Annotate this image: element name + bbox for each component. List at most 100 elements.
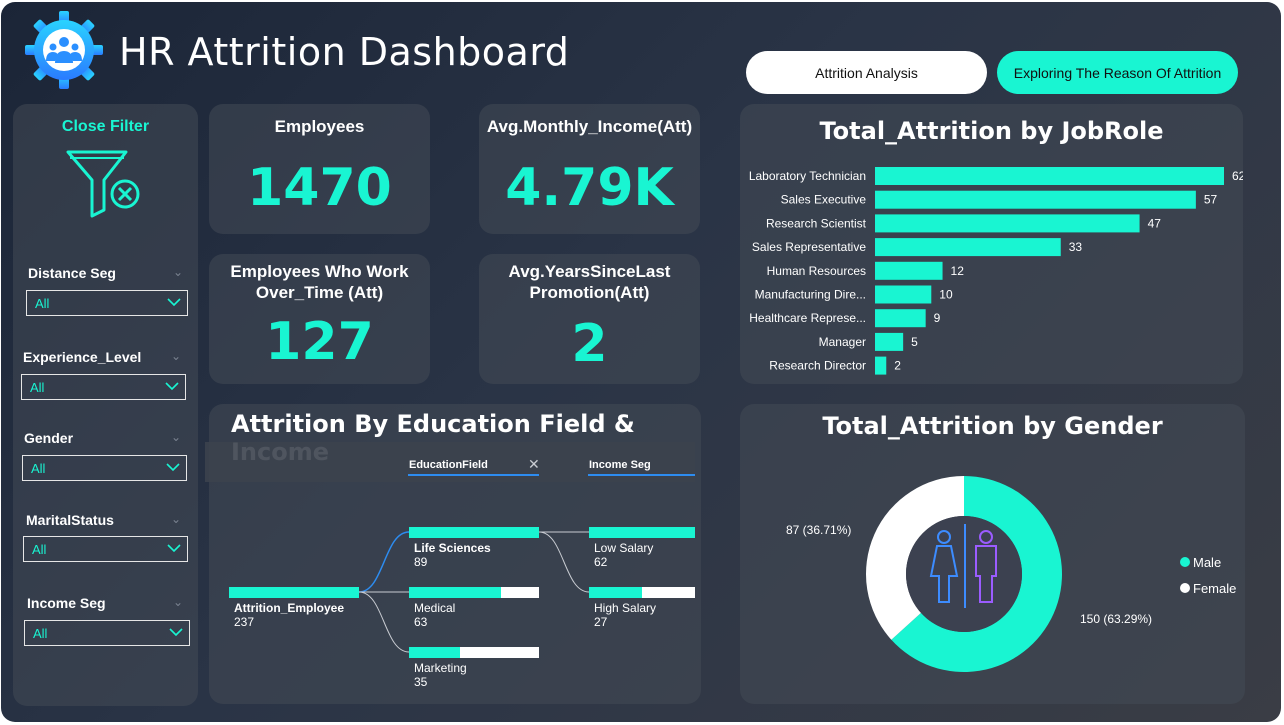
- gender-chart-card: Total_Attrition by Gender 150 (63.29%) 87…: [740, 404, 1245, 704]
- kpi-card-overtime: Employees Who Work Over_Time (Att) 127: [209, 254, 430, 384]
- slicer-label-marital-status: MaritalStatus: [26, 512, 114, 528]
- tree-node-bar[interactable]: [589, 587, 695, 598]
- slicer-dropdown-distance-seg[interactable]: All: [26, 290, 188, 316]
- exploring-reason-button[interactable]: Exploring The Reason Of Attrition: [997, 51, 1238, 94]
- tree-node-name: Low Salary: [594, 541, 654, 555]
- tree-node-value: 27: [594, 615, 608, 629]
- donut-data-label: 150 (63.29%): [1080, 612, 1152, 626]
- legend-marker: [1180, 557, 1190, 567]
- tree-node-bar[interactable]: [409, 527, 539, 538]
- page-title: HR Attrition Dashboard: [119, 30, 570, 74]
- close-filter-button[interactable]: Close Filter: [13, 118, 198, 136]
- bar-data-label: 47: [1148, 216, 1162, 230]
- tree-node-bar-fill: [409, 587, 502, 598]
- slicer-value: All: [33, 625, 48, 641]
- chevron-down-icon[interactable]: ⌄: [173, 595, 183, 609]
- bar-data-label: 9: [934, 311, 941, 325]
- kpi-value: 127: [265, 312, 374, 372]
- dashboard-canvas: HR Attrition Dashboard Attrition Analysi…: [1, 2, 1281, 722]
- bar-data-label: 2: [894, 359, 901, 373]
- gear-people-icon: [25, 11, 103, 89]
- slicer-label-distance-seg: Distance Seg: [28, 265, 116, 281]
- kpi-title-line1: Employees Who Work: [230, 262, 409, 281]
- bar-category-label: Research Director: [769, 359, 866, 373]
- chevron-down-icon[interactable]: ⌄: [173, 265, 183, 279]
- tree-node-value: 62: [594, 555, 608, 569]
- bar: [875, 238, 1061, 257]
- tree-node-bar-fill: [589, 587, 642, 598]
- bar-category-label: Research Scientist: [766, 216, 867, 230]
- chevron-down-icon[interactable]: ⌄: [171, 430, 181, 444]
- bar-category-label: Healthcare Represe...: [749, 311, 866, 325]
- kpi-value: 2: [571, 314, 608, 374]
- chevron-down-icon: [169, 628, 183, 637]
- tree-node-name: Life Sciences: [414, 541, 491, 555]
- slicer-label-gender: Gender: [24, 430, 74, 446]
- filter-close-icon[interactable]: [65, 148, 145, 220]
- bar-category-label: Laboratory Technician: [749, 169, 866, 183]
- slicer-dropdown-marital-status[interactable]: All: [23, 536, 188, 562]
- jobrole-chart-card: Total_Attrition by JobRole Laboratory Te…: [740, 104, 1243, 384]
- chevron-down-icon[interactable]: ⌄: [171, 349, 181, 363]
- chevron-down-icon: [167, 544, 181, 553]
- tree-node-bar[interactable]: [409, 587, 539, 598]
- chevron-down-icon: [165, 382, 179, 391]
- kpi-title: Employees: [274, 117, 365, 136]
- bar-category-label: Sales Representative: [752, 240, 866, 254]
- slicer-dropdown-experience-level[interactable]: All: [21, 374, 186, 400]
- kpi-value: 4.79K: [505, 158, 674, 218]
- bar-data-label: 5: [911, 335, 918, 349]
- slicer-dropdown-income-seg[interactable]: All: [24, 620, 190, 646]
- tree-node-bar[interactable]: [409, 647, 539, 658]
- slicer-label-experience-level: Experience_Level: [23, 349, 142, 365]
- bar-category-label: Sales Executive: [781, 193, 867, 207]
- tree-node-bar-fill: [409, 647, 460, 658]
- jobrole-bar-chart: Laboratory Technician 62 Sales Executive 57…: [749, 167, 1243, 375]
- chevron-down-icon[interactable]: ⌄: [171, 512, 181, 526]
- bar: [875, 261, 943, 280]
- bar-category-label: Manufacturing Dire...: [755, 288, 866, 302]
- bar: [875, 190, 1196, 209]
- attrition-analysis-button[interactable]: Attrition Analysis: [746, 51, 987, 94]
- slicer-dropdown-gender[interactable]: All: [22, 455, 187, 481]
- filter-panel: Close Filter Distance Seg ⌄ All Experien…: [13, 104, 198, 706]
- bar: [875, 214, 1140, 233]
- donut-data-label: 87 (36.71%): [786, 523, 851, 537]
- tree-root-value: 237: [234, 615, 255, 629]
- kpi-title: Avg.Monthly_Income(Att): [486, 117, 693, 136]
- bar: [875, 332, 904, 351]
- bar-data-label: 10: [939, 288, 953, 302]
- legend-label: Female: [1193, 581, 1236, 596]
- bar-category-label: Manager: [819, 335, 866, 349]
- male-female-icon: [929, 524, 997, 608]
- bar-data-label: 33: [1069, 240, 1083, 254]
- tree-node-name: Marketing: [414, 661, 467, 675]
- chevron-down-icon: [166, 463, 180, 472]
- kpi-card-avg-monthly-income: Avg.Monthly_Income(Att) 4.79K: [479, 104, 700, 234]
- decomposition-tree-card: Attrition By Education Field & Income Ed…: [205, 404, 701, 704]
- slicer-value: All: [31, 460, 46, 476]
- bar: [875, 356, 887, 375]
- tree-node-name: Medical: [414, 601, 456, 615]
- tree-node-bar[interactable]: [589, 527, 695, 538]
- legend-marker: [1180, 583, 1190, 593]
- bar-category-label: Human Resources: [767, 264, 866, 278]
- bar-data-label: 12: [951, 264, 965, 278]
- slicer-value: All: [35, 295, 50, 311]
- kpi-card-promotion: Avg.YearsSinceLast Promotion(Att) 2: [479, 254, 700, 384]
- chevron-down-icon: [167, 298, 181, 307]
- kpi-value: 1470: [247, 158, 392, 218]
- tree-root-name: Attrition_Employee: [234, 601, 345, 615]
- tree-node-bar-fill: [409, 527, 539, 538]
- kpi-card-employees: Employees 1470: [209, 104, 430, 234]
- kpi-title-line1: Avg.YearsSinceLast: [508, 262, 671, 281]
- tree-node-name: High Salary: [594, 601, 657, 615]
- tree-root-bar[interactable]: [229, 587, 359, 598]
- bar-data-label: 57: [1204, 193, 1218, 207]
- bar: [875, 285, 932, 304]
- tree-node-value: 63: [414, 615, 428, 629]
- slicer-value: All: [32, 541, 47, 557]
- slicer-label-income-seg: Income Seg: [27, 595, 106, 611]
- chart-title: Total_Attrition by JobRole: [819, 117, 1164, 145]
- bar: [875, 309, 926, 328]
